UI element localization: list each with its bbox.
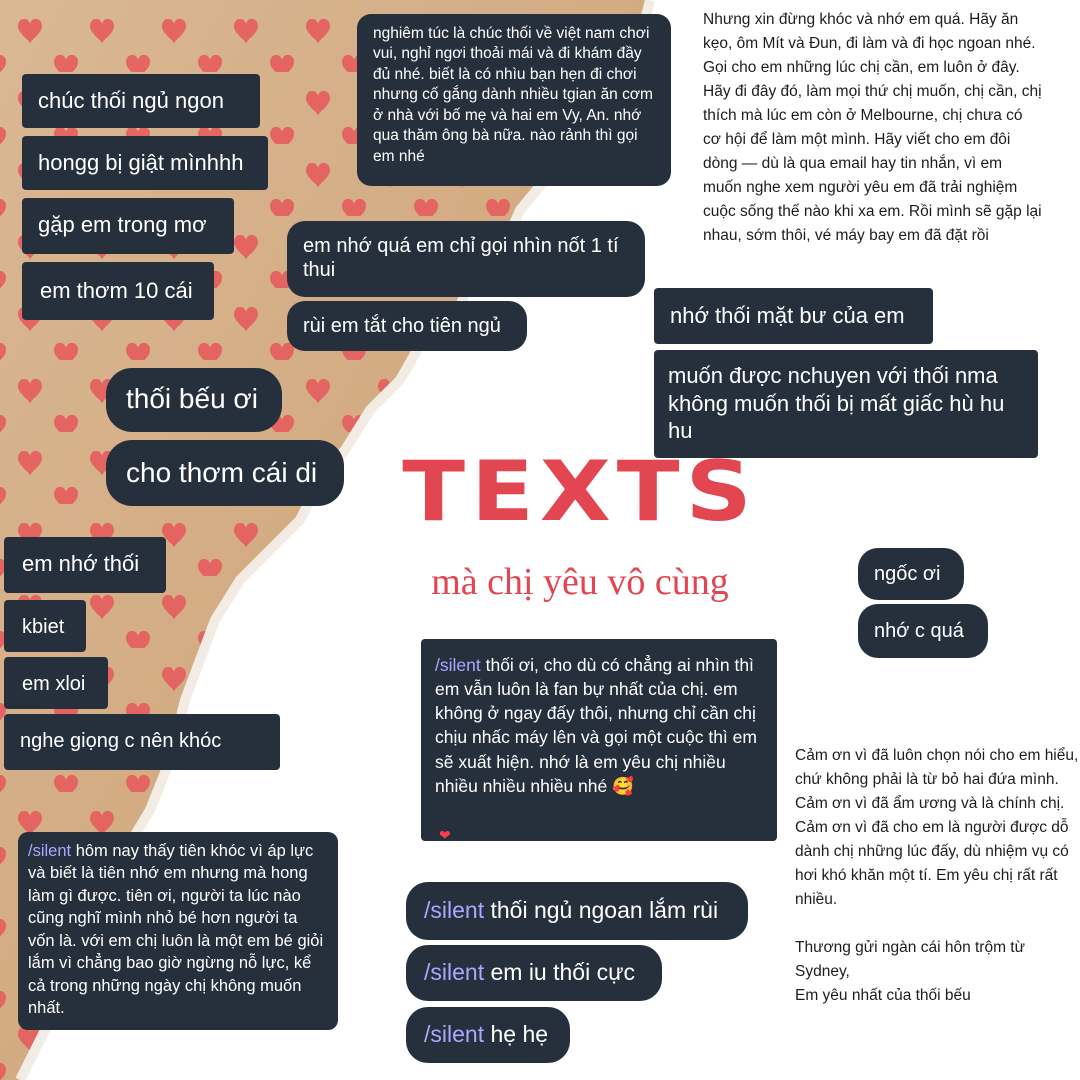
page-title: TEXTS	[402, 443, 758, 540]
chat-bubble-long: nghiêm túc là chúc thối về việt nam chơi…	[357, 14, 671, 186]
chat-bubble-silent: /silent thối ơi, cho dù có chẳng ai nhìn…	[421, 639, 777, 843]
chat-bubble: em thơm 10 cái	[22, 262, 214, 320]
chat-bubble: nhớ thối mặt bư của em	[654, 288, 933, 344]
silent-tag: /silent	[424, 1021, 485, 1047]
page-subtitle: mà chị yêu vô cùng	[431, 561, 729, 603]
chat-bubble: em xloi	[4, 657, 108, 709]
chat-bubble-silent: /silent thối ngủ ngoan lắm rùi	[406, 882, 748, 940]
chat-bubble: nhớ c quá	[858, 604, 988, 658]
collage: chúc thối ngủ ngon hongg bị giật mìnhhh …	[0, 0, 1080, 1080]
chat-bubble: rùi em tắt cho tiên ngủ	[287, 301, 527, 351]
chat-bubble: hongg bị giật mìnhhh	[22, 136, 268, 190]
silent-tag: /silent	[435, 655, 481, 675]
chat-bubble-silent: /silent hôm nay thấy tiên khóc vì áp lực…	[18, 832, 338, 1030]
silent-tag: /silent	[424, 897, 485, 923]
message-text: thối ơi, cho dù có chẳng ai nhìn thì em …	[435, 655, 757, 796]
silent-tag: /silent	[28, 842, 72, 860]
message-text: thối ngủ ngoan lắm rùi	[490, 897, 719, 923]
chat-bubble: muốn được nchuyen với thối nma không muố…	[654, 350, 1038, 458]
chat-bubble: cho thơm cái di	[106, 440, 344, 506]
chat-bubble: thối bếu ơi	[106, 368, 282, 432]
chat-bubble-silent: /silent em iu thối cực	[406, 945, 662, 1001]
chat-bubble: chúc thối ngủ ngon	[22, 74, 260, 128]
chat-bubble: nghe giọng c nên khóc	[4, 714, 280, 770]
chat-bubble: em nhớ quá em chỉ gọi nhìn nốt 1 tí thui	[287, 221, 645, 297]
letter-paragraph: Nhưng xin đừng khóc và nhớ em quá. Hãy ă…	[703, 11, 1042, 245]
message-text: hôm nay thấy tiên khóc vì áp lực và biết…	[28, 842, 324, 1018]
chat-bubble: gặp em trong mơ	[22, 198, 234, 254]
letter-paragraph: Cảm ơn vì đã luôn chọn nói cho em hiểu, …	[795, 747, 1079, 1005]
chat-bubble: kbiet	[4, 600, 86, 652]
chat-bubble: ngốc ơi	[858, 548, 964, 600]
silent-tag: /silent	[424, 959, 485, 985]
chat-bubble-silent: /silent hẹ hẹ	[406, 1007, 570, 1063]
chat-bubble: em nhớ thối	[4, 537, 166, 593]
heart-reaction-icon: ❤	[439, 826, 451, 843]
message-text: em iu thối cực	[490, 959, 635, 985]
message-text: hẹ hẹ	[490, 1021, 549, 1047]
